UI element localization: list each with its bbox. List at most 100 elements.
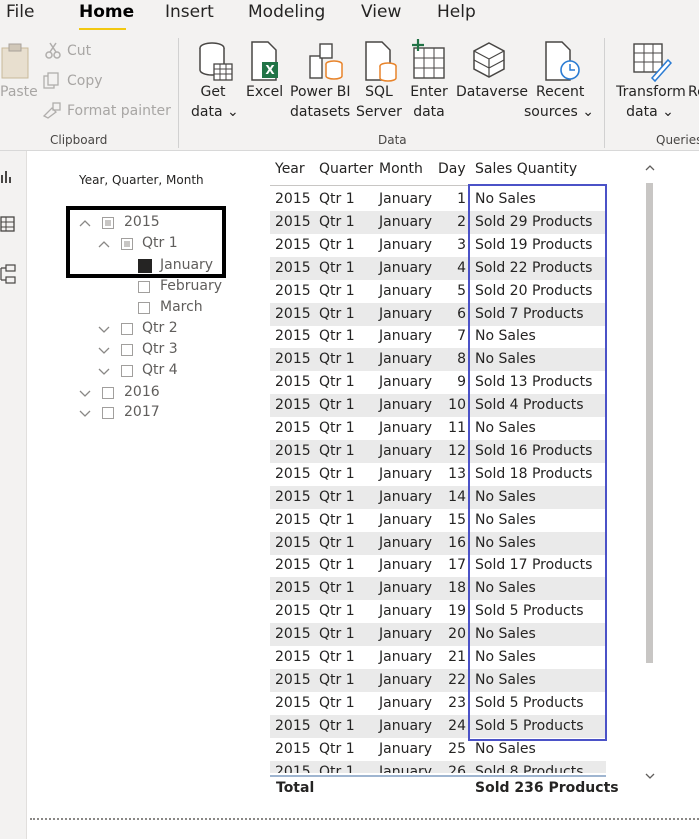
slicer-checkbox[interactable] xyxy=(121,365,133,377)
column-header-quarter[interactable]: Quarter xyxy=(319,161,373,177)
cell-day: 20 xyxy=(448,626,466,643)
table-row[interactable]: 2015 Qtr 1 January 26 Sold 8 Products xyxy=(270,760,606,774)
enter-data-label-1[interactable]: Enter xyxy=(410,82,448,102)
menu-modeling[interactable]: Modeling xyxy=(248,2,325,22)
refresh-button[interactable]: Re xyxy=(688,82,699,102)
cell-day: 15 xyxy=(448,511,466,528)
chevron-down-icon: ⌄ xyxy=(577,104,594,120)
chevron-down-icon: ⌄ xyxy=(222,104,239,120)
format-painter-button[interactable]: Format painter xyxy=(67,103,171,119)
slicer-checkbox[interactable] xyxy=(138,302,150,314)
get-data-label-1[interactable]: Get xyxy=(200,82,226,102)
menu-file[interactable]: File xyxy=(6,2,34,22)
column-header-year[interactable]: Year xyxy=(275,161,305,177)
total-value: Sold 236 Products xyxy=(475,780,619,796)
cell-month: January xyxy=(379,511,433,528)
page-boundary xyxy=(30,818,699,820)
cell-day: 12 xyxy=(448,442,466,459)
scroll-up-icon[interactable] xyxy=(644,162,656,174)
model-view-icon[interactable] xyxy=(0,263,16,285)
recent-sources-button[interactable]: sources ⌄ xyxy=(524,102,594,122)
cell-year: 2015 xyxy=(275,603,311,620)
annotation-highlight-box xyxy=(66,206,226,278)
cell-quarter: Qtr 1 xyxy=(319,694,355,711)
cell-month: January xyxy=(379,236,433,253)
cell-quarter: Qtr 1 xyxy=(319,259,355,276)
sql-server-label-2[interactable]: Server xyxy=(356,102,402,122)
cell-quarter: Qtr 1 xyxy=(319,442,355,459)
cell-month: January xyxy=(379,191,433,207)
column-header-month[interactable]: Month xyxy=(379,161,423,177)
cell-quarter: Qtr 1 xyxy=(319,305,355,322)
column-header-day[interactable]: Day xyxy=(438,161,466,177)
cell-day: 25 xyxy=(448,740,466,757)
cell-year: 2015 xyxy=(275,351,311,368)
queries-group-label: Queries xyxy=(656,133,699,147)
cell-year: 2015 xyxy=(275,511,311,528)
cell-quarter: Qtr 1 xyxy=(319,763,355,774)
chevron-down-icon: ⌄ xyxy=(657,104,674,120)
slicer-title: Year, Quarter, Month xyxy=(79,173,204,187)
cell-year: 2015 xyxy=(275,374,311,391)
cell-quarter: Qtr 1 xyxy=(319,236,355,253)
cell-quarter: Qtr 1 xyxy=(319,626,355,643)
slicer-item-label: 2017 xyxy=(124,404,160,420)
cell-quarter: Qtr 1 xyxy=(319,397,355,414)
chevron-down-icon[interactable] xyxy=(97,343,111,357)
dataverse-button[interactable]: Dataverse xyxy=(456,82,528,102)
power-bi-datasets-icon xyxy=(309,43,343,80)
menu-view[interactable]: View xyxy=(361,2,401,22)
slicer-checkbox[interactable] xyxy=(121,344,133,356)
chevron-down-icon[interactable] xyxy=(97,364,111,378)
cut-button[interactable]: Cut xyxy=(67,43,91,59)
cell-day: 6 xyxy=(457,305,466,322)
menu-home[interactable]: Home xyxy=(79,2,134,22)
transform-data-label-1[interactable]: Transform xyxy=(616,82,686,102)
cell-quarter: Qtr 1 xyxy=(319,420,355,436)
enter-data-label-2[interactable]: data xyxy=(410,102,448,122)
table-row[interactable]: 2015 Qtr 1 January 25 No Sales xyxy=(270,738,606,761)
chevron-down-icon[interactable] xyxy=(78,386,92,400)
cell-day: 14 xyxy=(448,488,466,505)
copy-button[interactable]: Copy xyxy=(67,73,103,89)
chevron-down-icon[interactable] xyxy=(97,322,111,336)
menu-insert[interactable]: Insert xyxy=(165,2,214,22)
cell-month: January xyxy=(379,259,433,276)
ribbon: Paste Cut Copy Format painter Clipboard … xyxy=(0,30,699,151)
paste-button[interactable]: Paste xyxy=(0,84,38,100)
slicer-checkbox[interactable] xyxy=(138,281,150,293)
cell-quarter: Qtr 1 xyxy=(319,649,355,665)
cell-year: 2015 xyxy=(275,694,311,711)
database-icon xyxy=(199,42,233,81)
recent-sources-label-1[interactable]: Recent xyxy=(536,82,584,102)
transform-data-button[interactable]: data ⌄ xyxy=(622,102,678,122)
scroll-down-icon[interactable] xyxy=(644,770,656,782)
get-data-button[interactable]: data ⌄ xyxy=(191,102,239,122)
cell-day: 1 xyxy=(457,191,466,207)
sql-server-label-1[interactable]: SQL xyxy=(362,82,396,102)
slicer-item-label: Qtr 4 xyxy=(142,362,178,378)
menu-help[interactable]: Help xyxy=(437,2,476,22)
total-label: Total xyxy=(276,780,315,796)
cell-day: 9 xyxy=(457,374,466,391)
cell-year: 2015 xyxy=(275,328,311,345)
excel-button[interactable]: Excel xyxy=(246,82,283,102)
cell-year: 2015 xyxy=(275,580,311,597)
slicer-checkbox[interactable] xyxy=(102,407,114,419)
power-bi-datasets-label-1[interactable]: Power BI xyxy=(290,82,351,102)
vertical-scrollbar[interactable] xyxy=(646,183,653,663)
report-view-icon[interactable] xyxy=(0,167,14,185)
cell-month: January xyxy=(379,671,433,688)
column-header-sales-quantity[interactable]: Sales Quantity xyxy=(475,161,577,177)
cell-day: 17 xyxy=(448,557,466,574)
ribbon-separator xyxy=(178,38,179,148)
data-view-icon[interactable] xyxy=(0,215,16,233)
slicer-checkbox[interactable] xyxy=(121,323,133,335)
cell-quarter: Qtr 1 xyxy=(319,740,355,757)
slicer-checkbox[interactable] xyxy=(102,387,114,399)
excel-icon: X xyxy=(251,41,278,81)
scissors-icon xyxy=(45,42,61,59)
cell-month: January xyxy=(379,420,433,436)
chevron-down-icon[interactable] xyxy=(78,406,92,420)
power-bi-datasets-label-2[interactable]: datasets xyxy=(290,102,350,122)
